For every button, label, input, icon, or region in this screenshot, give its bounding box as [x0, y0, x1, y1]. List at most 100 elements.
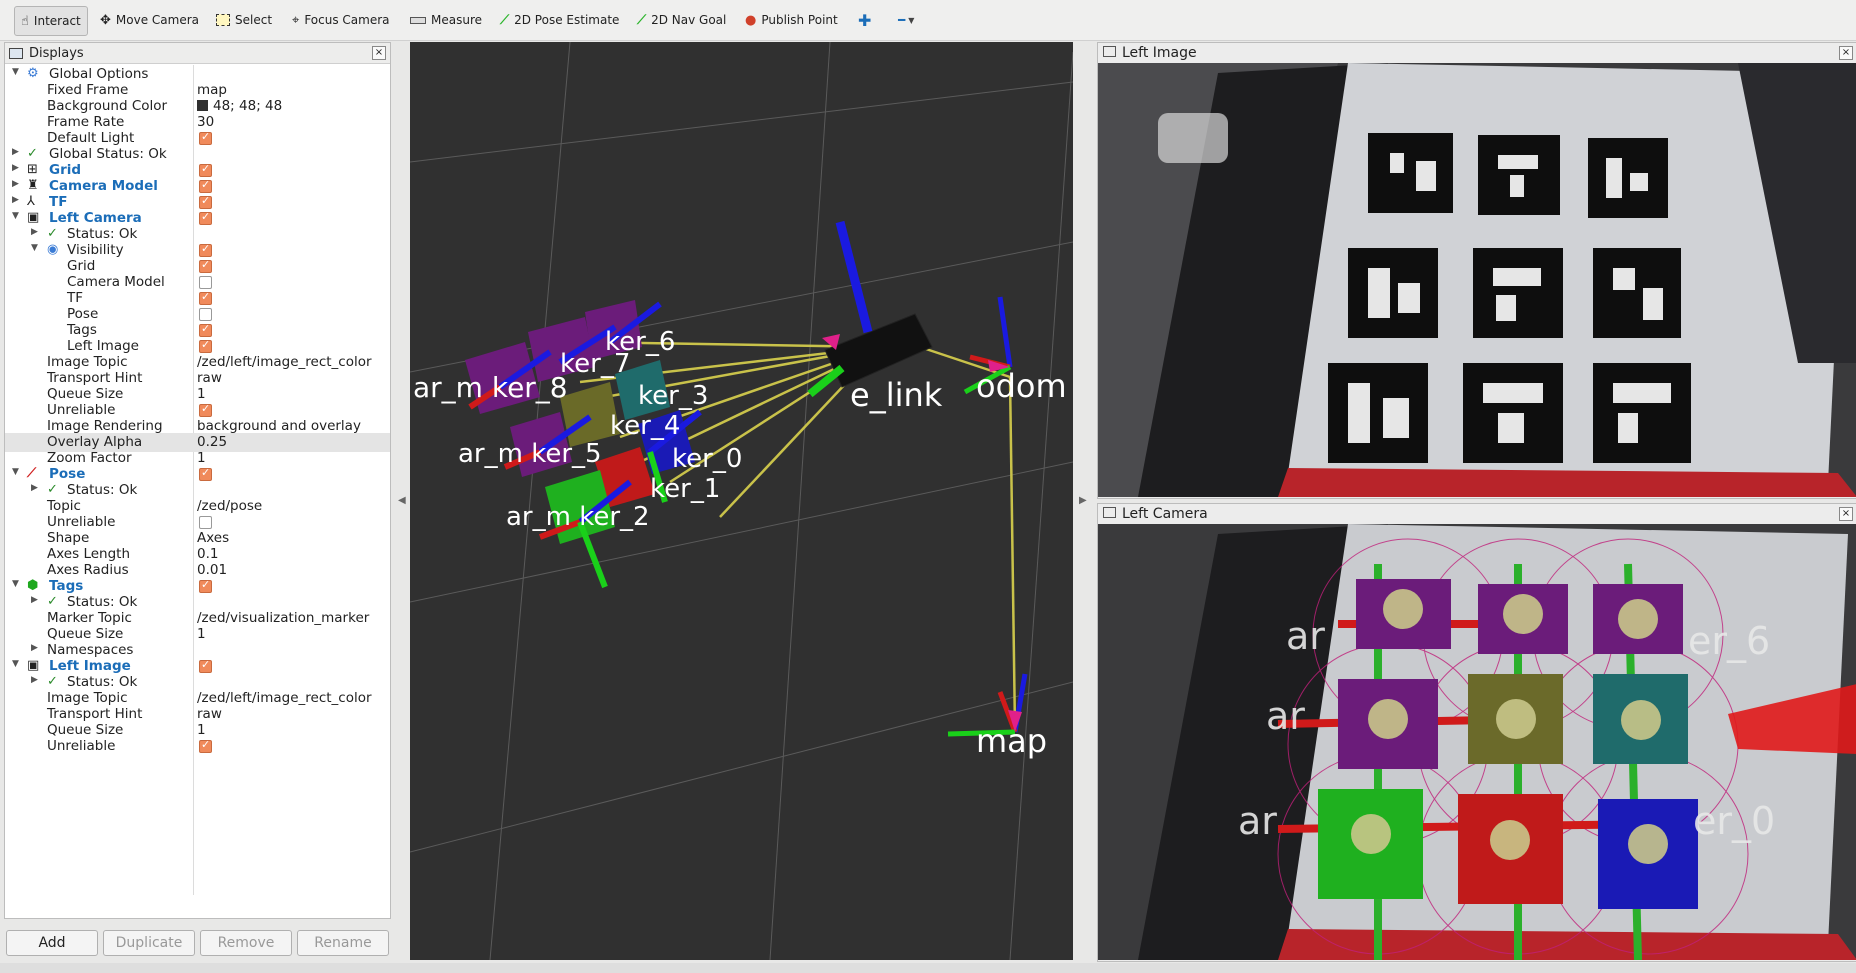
image-window-icon — [1103, 46, 1116, 57]
vis-tags-checkbox[interactable] — [199, 322, 212, 337]
row-value[interactable]: 1 — [197, 386, 206, 402]
label-map: map — [976, 722, 1047, 760]
row-value[interactable]: 1 — [197, 626, 206, 642]
vis-left-image-checkbox[interactable] — [199, 338, 212, 353]
label-marker-5: ar_m ker_5 — [458, 439, 602, 469]
row-name: Pose — [49, 466, 86, 482]
green-arrow-icon: ⟋ — [637, 12, 647, 28]
row-value[interactable]: 1 — [197, 722, 206, 738]
row-value[interactable]: Axes — [197, 530, 229, 546]
li-unreliable-checkbox[interactable] — [199, 738, 212, 753]
collapsed-arrow-icon[interactable]: ▶ — [12, 163, 19, 173]
tree-row-li-unreliable[interactable]: Unreliable — [5, 737, 390, 756]
move-camera-tool-button[interactable]: ✥ Move Camera — [100, 8, 199, 32]
collapsed-arrow-icon[interactable]: ▶ — [31, 595, 38, 605]
row-value[interactable]: background and overlay — [197, 418, 361, 434]
vis-pose-checkbox[interactable] — [199, 308, 212, 321]
collapsed-arrow-icon[interactable]: ▶ — [31, 227, 38, 237]
tags-checkbox[interactable] — [199, 578, 212, 593]
collapsed-arrow-icon[interactable]: ▶ — [12, 179, 19, 189]
row-value[interactable]: 0.25 — [197, 434, 227, 450]
pose-unreliable-checkbox[interactable] — [199, 516, 212, 529]
expanded-arrow-icon[interactable]: ▼ — [12, 467, 19, 477]
green-arrow-icon: ⟋ — [500, 12, 510, 28]
checkmark-icon: ✓ — [47, 594, 58, 609]
visibility-checkbox[interactable] — [199, 242, 212, 257]
vis-tf-checkbox[interactable] — [199, 290, 212, 305]
remove-button[interactable]: Remove — [200, 930, 292, 956]
collapsed-arrow-icon[interactable]: ▶ — [12, 147, 19, 157]
move-camera-label: Move Camera — [115, 13, 199, 27]
expanded-arrow-icon[interactable]: ▼ — [12, 659, 19, 669]
row-value[interactable]: 1 — [197, 450, 206, 466]
focus-camera-tool-button[interactable]: ⌖ Focus Camera — [292, 8, 390, 32]
row-value[interactable]: 0.01 — [197, 562, 227, 578]
row-value[interactable]: /zed/pose — [197, 498, 262, 514]
left-camera-checkbox[interactable] — [199, 210, 212, 225]
vis-grid-checkbox[interactable] — [199, 258, 212, 273]
collapsed-arrow-icon[interactable]: ▶ — [31, 675, 38, 685]
label-marker-8: ar_m ker_8 — [413, 371, 568, 404]
pose-estimate-tool-button[interactable]: ⟋ 2D Pose Estimate — [500, 8, 619, 32]
collapse-right-arrow-icon[interactable]: ▶ — [1079, 495, 1087, 506]
duplicate-button[interactable]: Duplicate — [103, 930, 195, 956]
close-icon[interactable]: × — [1839, 46, 1853, 60]
collapsed-arrow-icon[interactable]: ▶ — [12, 195, 19, 205]
close-icon[interactable]: × — [1839, 507, 1853, 521]
row-value[interactable]: 0.1 — [197, 546, 218, 562]
ruler-icon — [410, 16, 426, 24]
grid-icon: ⊞ — [27, 162, 38, 177]
expanded-arrow-icon[interactable]: ▼ — [12, 211, 19, 221]
collapse-left-arrow-icon[interactable]: ◀ — [398, 495, 406, 506]
collapsed-arrow-icon[interactable]: ▶ — [31, 643, 38, 653]
pose-checkbox[interactable] — [199, 466, 212, 481]
expanded-arrow-icon[interactable]: ▼ — [12, 579, 19, 589]
3d-render-view[interactable]: ar_m ker_8 ker_6 ker_7 ker_3 ker_4 ar_m … — [410, 42, 1073, 960]
measure-label: Measure — [431, 13, 482, 27]
row-name: Axes Radius — [47, 562, 129, 578]
nav-goal-tool-button[interactable]: ⟋ 2D Nav Goal — [637, 8, 726, 32]
interact-tool-button[interactable]: ☝ Interact — [14, 6, 88, 36]
row-name: Topic — [47, 498, 81, 514]
publish-point-tool-button[interactable]: ● Publish Point — [745, 8, 838, 32]
checkmark-icon: ✓ — [47, 482, 58, 497]
collapsed-arrow-icon[interactable]: ▶ — [31, 483, 38, 493]
select-tool-button[interactable]: Select — [216, 8, 272, 32]
default-light-checkbox[interactable] — [199, 130, 212, 145]
measure-tool-button[interactable]: Measure — [410, 8, 482, 32]
select-label: Select — [235, 13, 273, 27]
row-value[interactable]: 48; 48; 48 — [197, 98, 282, 114]
close-icon[interactable]: × — [372, 46, 386, 60]
row-value[interactable]: /zed/visualization_marker — [197, 610, 369, 626]
select-rectangle-icon — [216, 14, 230, 26]
row-value[interactable]: /zed/left/image_rect_color — [197, 354, 372, 370]
camera-model-checkbox[interactable] — [199, 178, 212, 193]
row-value[interactable]: /zed/left/image_rect_color — [197, 690, 372, 706]
add-tool-plus-icon[interactable]: ✚ — [858, 8, 871, 32]
left-image-checkbox[interactable] — [199, 658, 212, 673]
vis-camera-model-checkbox[interactable] — [199, 276, 212, 289]
publish-point-label: Publish Point — [761, 13, 838, 27]
row-name: Frame Rate — [47, 114, 125, 130]
row-name: Grid — [67, 258, 96, 274]
left-image-view[interactable] — [1098, 63, 1856, 497]
left-image-panel: Left Image × — [1097, 42, 1856, 499]
add-button[interactable]: Add — [6, 930, 98, 956]
row-name: Namespaces — [47, 642, 134, 658]
tf-checkbox[interactable] — [199, 194, 212, 209]
expanded-arrow-icon[interactable]: ▼ — [12, 67, 19, 77]
unreliable-checkbox[interactable] — [199, 402, 212, 417]
row-name: Status: Ok — [67, 594, 138, 610]
row-name: Transport Hint — [47, 370, 143, 386]
remove-tool-dropdown[interactable]: ━ ▼ — [898, 8, 914, 32]
expanded-arrow-icon[interactable]: ▼ — [31, 243, 38, 253]
left-camera-title-bar: Left Camera × — [1098, 504, 1856, 523]
grid-checkbox[interactable] — [199, 162, 212, 177]
row-value[interactable]: raw — [197, 706, 222, 722]
row-value[interactable]: raw — [197, 370, 222, 386]
rename-button[interactable]: Rename — [297, 930, 389, 956]
row-value[interactable]: 30 — [197, 114, 214, 130]
color-value: 48; 48; 48 — [213, 98, 283, 114]
row-value[interactable]: map — [197, 82, 227, 98]
left-camera-view[interactable]: ar ar ar er_6 er_0 — [1098, 524, 1856, 960]
